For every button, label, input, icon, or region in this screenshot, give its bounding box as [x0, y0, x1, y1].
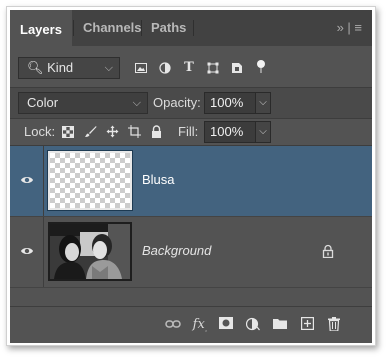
delete-layer-icon[interactable] [325, 317, 343, 333]
layers-panel: Layers Channels Paths » | ≡ 🔍︎ Kind ⌵ T [10, 10, 372, 343]
shape-filter-icon[interactable] [204, 57, 222, 79]
panel-menu-icon[interactable]: » | ≡ [337, 10, 362, 46]
type-filter-icon[interactable]: T [180, 57, 198, 79]
panel-tab-bar: Layers Channels Paths » | ≡ [10, 10, 372, 46]
chevron-down-icon: ⌵ [132, 97, 141, 109]
tab-channels[interactable]: Channels [73, 10, 152, 46]
visibility-column [10, 146, 44, 216]
layer-name[interactable]: Blusa [142, 171, 175, 189]
opacity-dropdown-arrow[interactable]: ⌵ [255, 92, 271, 114]
filter-kind-dropdown[interactable]: 🔍︎ Kind ⌵ [18, 57, 120, 79]
eye-icon[interactable] [20, 174, 34, 186]
new-group-icon[interactable] [271, 317, 289, 333]
layer-lock-icon[interactable] [322, 244, 334, 258]
fill-input[interactable]: 100% [204, 121, 256, 143]
adjustment-filter-icon[interactable] [156, 57, 174, 79]
lock-row: Lock: Fill: 100% ⌵ [10, 118, 372, 146]
layers-bottom-toolbar: fx. [10, 306, 372, 343]
layer-name[interactable]: Background [142, 242, 211, 260]
filter-toggle-icon[interactable] [252, 57, 270, 79]
chevron-down-icon: ⌵ [104, 62, 113, 74]
layer-row-background[interactable]: Background [10, 217, 372, 287]
lock-image-pixels-icon[interactable] [81, 121, 99, 143]
tab-layers[interactable]: Layers [10, 10, 72, 46]
adjustment-layer-icon[interactable] [244, 317, 262, 333]
smart-object-filter-icon[interactable] [228, 57, 246, 79]
tab-paths[interactable]: Paths [141, 10, 196, 46]
lock-position-icon[interactable] [103, 121, 121, 143]
visibility-column [10, 217, 44, 287]
layer-divider [10, 287, 372, 288]
layer-row-blusa[interactable]: Blusa [10, 146, 372, 216]
opacity-input[interactable]: 100% [204, 92, 256, 114]
image-filter-icon[interactable] [132, 57, 150, 79]
opacity-label: Opacity: [153, 95, 201, 110]
fx-icon[interactable]: fx. [191, 317, 209, 334]
layer-thumbnail-photo[interactable] [48, 222, 132, 281]
fill-label: Fill: [178, 124, 199, 139]
blend-row: Color ⌵ Opacity: 100% ⌵ [10, 88, 372, 118]
link-layers-icon[interactable] [164, 317, 182, 333]
search-icon: 🔍︎ [27, 60, 44, 75]
layer-mask-icon[interactable] [217, 317, 235, 333]
blend-mode-value: Color [27, 95, 59, 110]
lock-label: Lock: [24, 124, 56, 139]
blend-mode-dropdown[interactable]: Color ⌵ [18, 92, 148, 114]
eye-icon[interactable] [20, 245, 34, 257]
lock-artboard-icon[interactable] [125, 121, 143, 143]
photo-thumbnail-image [50, 224, 130, 279]
filter-row: 🔍︎ Kind ⌵ T [10, 57, 372, 81]
tab-divider [193, 20, 194, 36]
lock-all-icon[interactable] [147, 121, 165, 143]
layer-thumbnail-transparent[interactable] [47, 150, 133, 211]
lock-transparent-pixels-icon[interactable] [59, 121, 77, 143]
filter-kind-label: Kind [47, 60, 74, 75]
new-layer-icon[interactable] [298, 317, 316, 333]
fill-dropdown-arrow[interactable]: ⌵ [255, 121, 271, 143]
